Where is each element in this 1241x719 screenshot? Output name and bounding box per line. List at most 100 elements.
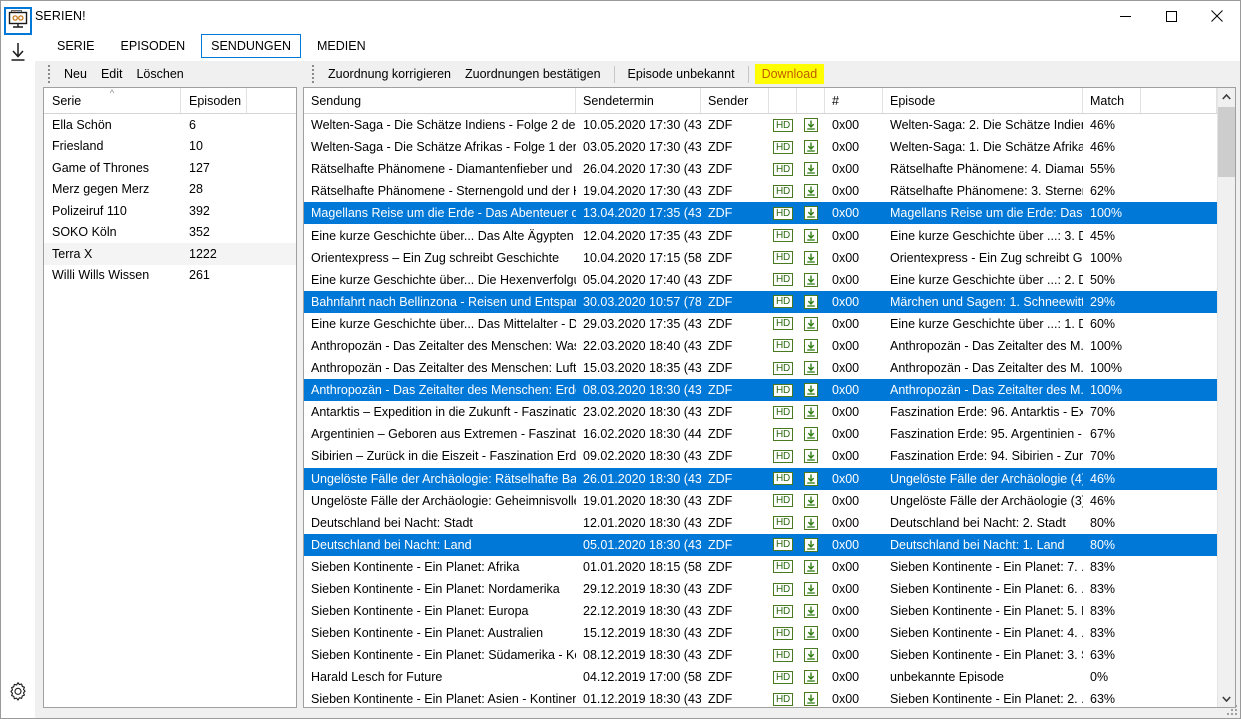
scrollbar-track[interactable] xyxy=(1218,105,1235,690)
table-row[interactable]: Welten-Saga - Die Schätze Afrikas - Folg… xyxy=(304,136,1217,158)
table-row[interactable]: Anthropozän - Das Zeitalter des Menschen… xyxy=(304,357,1217,379)
download-arrow-icon[interactable] xyxy=(797,648,825,662)
sendungen-column-header-nummer[interactable]: # xyxy=(825,88,883,113)
series-row[interactable]: Ella Schön6 xyxy=(44,114,296,136)
table-row[interactable]: Sieben Kontinente - Ein Planet: Nordamer… xyxy=(304,578,1217,600)
download-arrow-icon[interactable] xyxy=(797,670,825,684)
download-arrow-icon[interactable] xyxy=(797,317,825,331)
series-delete-button[interactable]: Löschen xyxy=(129,64,190,84)
sendungen-column-header-episode[interactable]: Episode xyxy=(883,88,1083,113)
sendungen-cell-episode: Faszination Erde: 94. Sibirien - Zurü... xyxy=(883,449,1083,463)
sendungen-column-header-sender[interactable]: Sender xyxy=(701,88,769,113)
download-arrow-icon[interactable] xyxy=(797,206,825,220)
table-row[interactable]: Sieben Kontinente - Ein Planet: Südameri… xyxy=(304,644,1217,666)
download-arrow-icon[interactable] xyxy=(797,692,825,706)
download-arrow-icon[interactable] xyxy=(797,449,825,463)
menu-item-episoden[interactable]: EPISODEN xyxy=(111,34,196,58)
download-arrow-icon[interactable] xyxy=(797,383,825,397)
sendungen-column-header-sendetermin[interactable]: Sendetermin xyxy=(576,88,701,113)
series-column-header-serie[interactable]: ^ Serie xyxy=(44,88,181,113)
table-row[interactable]: Anthropozän - Das Zeitalter des Menschen… xyxy=(304,379,1217,401)
table-row[interactable]: Welten-Saga - Die Schätze Indiens - Folg… xyxy=(304,114,1217,136)
download-arrow-icon[interactable] xyxy=(797,162,825,176)
download-arrow-icon[interactable] xyxy=(797,273,825,287)
download-arrow-icon[interactable] xyxy=(797,229,825,243)
series-row[interactable]: Polizeiruf 110392 xyxy=(44,200,296,222)
rail-button-sendungen[interactable] xyxy=(4,7,32,35)
close-button[interactable] xyxy=(1194,1,1240,31)
table-row[interactable]: Sieben Kontinente - Ein Planet: Asien - … xyxy=(304,688,1217,707)
download-arrow-icon[interactable] xyxy=(797,427,825,441)
sendungen-cell-sender: ZDF xyxy=(701,648,769,662)
table-row[interactable]: Argentinien – Geboren aus Extremen - Fas… xyxy=(304,423,1217,445)
table-row[interactable]: Sieben Kontinente - Ein Planet: Afrika01… xyxy=(304,556,1217,578)
download-arrow-icon[interactable] xyxy=(797,184,825,198)
sendungen-column-header-sendung[interactable]: Sendung xyxy=(304,88,576,113)
table-row[interactable]: Deutschland bei Nacht: Stadt12.01.2020 1… xyxy=(304,512,1217,534)
download-arrow-icon[interactable] xyxy=(797,361,825,375)
table-row[interactable]: Harald Lesch for Future04.12.2019 17:00 … xyxy=(304,666,1217,688)
table-row[interactable]: Bahnfahrt nach Bellinzona - Reisen und E… xyxy=(304,291,1217,313)
scroll-up-button[interactable] xyxy=(1218,88,1235,105)
maximize-button[interactable] xyxy=(1148,1,1194,31)
table-row[interactable]: Deutschland bei Nacht: Land05.01.2020 18… xyxy=(304,534,1217,556)
series-row[interactable]: SOKO Köln352 xyxy=(44,222,296,244)
download-arrow-icon[interactable] xyxy=(797,626,825,640)
toolbar-grip-icon[interactable] xyxy=(45,65,53,83)
download-arrow-icon[interactable] xyxy=(797,560,825,574)
table-row[interactable]: Orientexpress – Ein Zug schreibt Geschic… xyxy=(304,247,1217,269)
table-row[interactable]: Sieben Kontinente - Ein Planet: Europa22… xyxy=(304,600,1217,622)
download-arrow-icon[interactable] xyxy=(797,118,825,132)
menu-item-sendungen[interactable]: SENDUNGEN xyxy=(201,34,301,58)
download-arrow-icon[interactable] xyxy=(797,405,825,419)
download-arrow-icon[interactable] xyxy=(797,251,825,265)
download-arrow-icon[interactable] xyxy=(797,604,825,618)
download-arrow-icon[interactable] xyxy=(797,295,825,309)
table-row[interactable]: Ungelöste Fälle der Archäologie: Geheimn… xyxy=(304,490,1217,512)
series-row[interactable]: Friesland10 xyxy=(44,136,296,158)
sendungen-column-header-download[interactable] xyxy=(797,88,825,113)
series-row[interactable]: Merz gegen Merz28 xyxy=(44,179,296,201)
table-row[interactable]: Eine kurze Geschichte über... Das Alte Ä… xyxy=(304,224,1217,246)
series-row[interactable]: Willi Wills Wissen261 xyxy=(44,265,296,287)
confirm-assignments-button[interactable]: Zuordnungen bestätigen xyxy=(458,64,608,84)
download-arrow-icon[interactable] xyxy=(797,339,825,353)
vertical-scrollbar[interactable] xyxy=(1217,88,1235,707)
minimize-button[interactable] xyxy=(1102,1,1148,31)
table-row[interactable]: Eine kurze Geschichte über... Die Hexenv… xyxy=(304,269,1217,291)
sendungen-column-header-hd[interactable] xyxy=(769,88,797,113)
download-arrow-icon[interactable] xyxy=(797,140,825,154)
series-row[interactable]: Game of Thrones127 xyxy=(44,157,296,179)
table-row[interactable]: Anthropozän - Das Zeitalter des Menschen… xyxy=(304,335,1217,357)
table-row[interactable]: Rätselhafte Phänomene - Diamantenfieber … xyxy=(304,158,1217,180)
series-new-button[interactable]: Neu xyxy=(57,64,94,84)
table-row[interactable]: Sieben Kontinente - Ein Planet: Australi… xyxy=(304,622,1217,644)
download-arrow-icon[interactable] xyxy=(797,538,825,552)
sendungen-column-header-spacer[interactable] xyxy=(1141,88,1217,113)
episode-unknown-button[interactable]: Episode unbekannt xyxy=(621,64,742,84)
table-row[interactable]: Rätselhafte Phänomene - Sternengold und … xyxy=(304,180,1217,202)
download-arrow-icon[interactable] xyxy=(797,494,825,508)
series-column-header-episoden[interactable]: Episoden xyxy=(181,88,247,113)
download-button[interactable]: Download xyxy=(755,64,825,84)
series-edit-button[interactable]: Edit xyxy=(94,64,130,84)
table-row[interactable]: Magellans Reise um die Erde - Das Abente… xyxy=(304,202,1217,224)
table-row[interactable]: Sibirien – Zurück in die Eiszeit - Faszi… xyxy=(304,445,1217,467)
scrollbar-thumb[interactable] xyxy=(1218,107,1235,177)
table-row[interactable]: Antarktis – Expedition in die Zukunft - … xyxy=(304,401,1217,423)
settings-button[interactable] xyxy=(7,681,29,706)
sendungen-column-header-match[interactable]: Match xyxy=(1083,88,1141,113)
series-row[interactable]: Terra X1222 xyxy=(44,243,296,265)
rail-button-download[interactable] xyxy=(4,39,32,67)
sendungen-cell-sender: ZDF xyxy=(701,692,769,706)
download-arrow-icon[interactable] xyxy=(797,472,825,486)
menu-item-serie[interactable]: SERIE xyxy=(47,34,105,58)
fix-assignment-button[interactable]: Zuordnung korrigieren xyxy=(321,64,458,84)
toolbar-grip-icon[interactable] xyxy=(309,65,317,83)
menu-item-medien[interactable]: MEDIEN xyxy=(307,34,376,58)
resize-grip[interactable] xyxy=(1225,703,1237,715)
table-row[interactable]: Eine kurze Geschichte über... Das Mittel… xyxy=(304,313,1217,335)
table-row[interactable]: Ungelöste Fälle der Archäologie: Rätselh… xyxy=(304,468,1217,490)
download-arrow-icon[interactable] xyxy=(797,516,825,530)
download-arrow-icon[interactable] xyxy=(797,582,825,596)
